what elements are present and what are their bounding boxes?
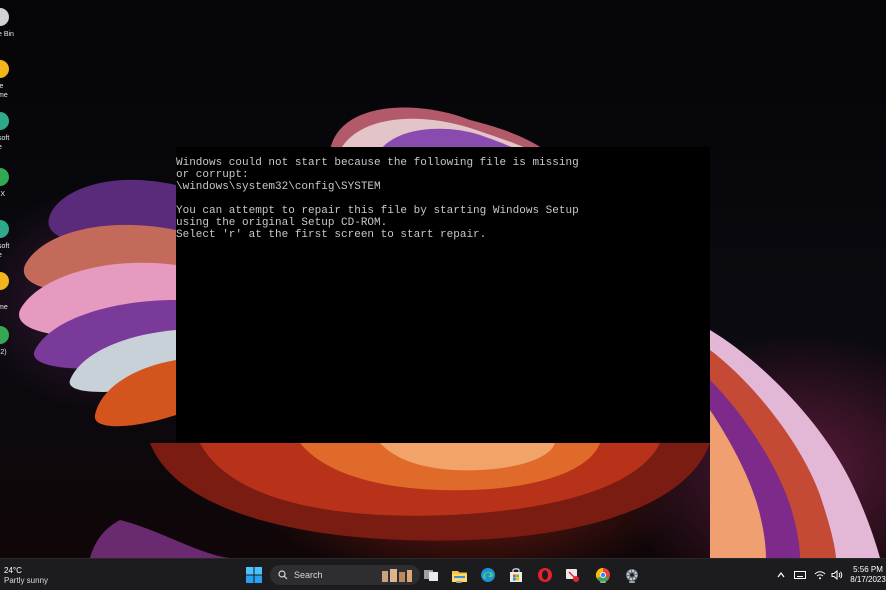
search-highlight-icon — [382, 569, 412, 582]
task-view-icon — [424, 570, 438, 581]
desktop-icon-label: soft e — [0, 243, 10, 259]
desktop-icon-label: le me — [0, 83, 8, 99]
weather-widget[interactable]: 24°C Partly sunny — [4, 566, 48, 586]
search-label: Search — [294, 570, 323, 580]
settings-button[interactable] — [622, 565, 642, 585]
desktop-icon-label: soft e — [0, 135, 10, 151]
desktop-icon-label: e Bin — [0, 31, 14, 38]
weather-condition: Partly sunny — [4, 576, 49, 585]
windows-logo-icon — [246, 567, 262, 583]
snipping-tool-icon — [566, 569, 579, 582]
running-indicator — [629, 581, 635, 583]
error-line-1: Windows could not start because the foll… — [176, 157, 579, 169]
file-explorer-button[interactable] — [449, 565, 469, 585]
wifi-icon[interactable] — [814, 570, 826, 580]
microsoft-store-icon — [510, 568, 522, 582]
chevron-up-icon[interactable] — [776, 570, 786, 580]
clock-time: 5:56 PM — [853, 565, 883, 574]
desktop-icon-label: (2) — [0, 349, 7, 356]
desktop-icon-label: - me — [0, 295, 8, 311]
error-file-path: \windows\system32\config\SYSTEM — [176, 181, 381, 193]
search-icon — [278, 570, 288, 580]
error-spacer — [176, 193, 710, 205]
desktop: e Bin le me soft e -X soft e - me (2) Windows … — [0, 0, 886, 558]
keyboard-icon[interactable] — [794, 570, 806, 580]
volume-icon[interactable] — [831, 570, 843, 580]
error-line-2: or corrupt: — [176, 169, 249, 181]
store-button[interactable] — [506, 565, 526, 585]
running-indicator — [600, 581, 606, 583]
edge-icon — [481, 568, 495, 582]
snipping-tool-button[interactable] — [563, 565, 583, 585]
system-tray — [776, 565, 843, 585]
start-button[interactable] — [244, 565, 264, 585]
clock[interactable]: 5:56 PM 8/17/2023 — [850, 565, 886, 585]
opera-button[interactable] — [535, 565, 555, 585]
chrome-button[interactable] — [593, 565, 613, 585]
edge-button[interactable] — [478, 565, 498, 585]
weather-temp: 24°C — [4, 566, 22, 575]
error-line-5: using the original Setup CD-ROM. — [176, 217, 388, 229]
clock-date: 8/17/2023 — [850, 575, 886, 584]
desktop-icon-label: -X — [0, 191, 5, 198]
error-screen: Windows could not start because the foll… — [176, 147, 710, 443]
opera-icon — [538, 568, 552, 582]
task-view-button[interactable] — [421, 565, 441, 585]
running-indicator — [456, 581, 462, 583]
search-box[interactable]: Search — [270, 565, 420, 585]
taskbar: 24°C Partly sunny Search 5:56 PM 8/17/20… — [0, 558, 886, 590]
error-line-6: Select 'r' at the first screen to start … — [176, 229, 487, 241]
error-line-4: You can attempt to repair this file by s… — [176, 205, 579, 217]
